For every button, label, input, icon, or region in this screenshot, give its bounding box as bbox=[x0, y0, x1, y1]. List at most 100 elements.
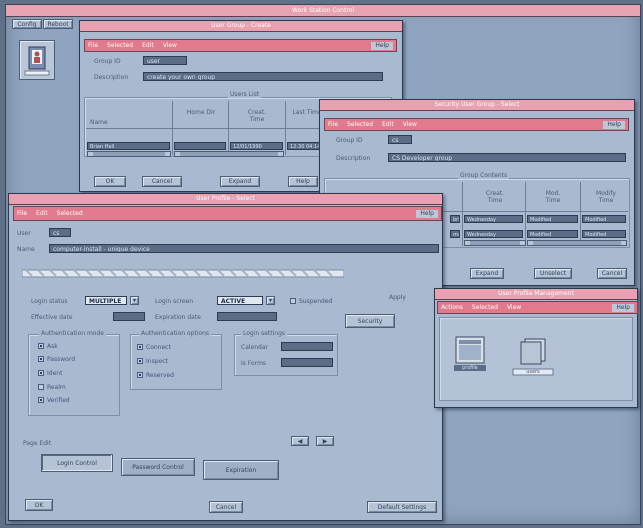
cancel-button[interactable]: Cancel bbox=[597, 268, 627, 279]
group-row-modified[interactable]: Modified bbox=[527, 230, 578, 238]
menu-file[interactable]: File bbox=[88, 42, 98, 49]
col-header-modified[interactable]: Mod. Time bbox=[538, 190, 568, 204]
menu-edit[interactable]: Edit bbox=[142, 42, 154, 49]
login-status-dropdown[interactable]: ▾ bbox=[130, 296, 139, 305]
calendar-field[interactable] bbox=[281, 342, 333, 351]
menu-view[interactable]: View bbox=[403, 121, 417, 128]
group-select-menubar: File Selected Edit View Help bbox=[324, 118, 629, 131]
auth-options-box bbox=[130, 334, 222, 390]
menu-help[interactable]: Help bbox=[603, 120, 625, 129]
forms-field[interactable] bbox=[281, 358, 333, 367]
user-profile-titlebar[interactable]: User Profile - Select bbox=[9, 194, 442, 205]
page-edit-label: Page Edit bbox=[23, 440, 52, 447]
group-contents-hscroll[interactable] bbox=[464, 240, 526, 246]
users-row-name[interactable]: Brian Hall bbox=[87, 142, 170, 150]
ok-button[interactable]: OK bbox=[25, 499, 53, 511]
menu-selected[interactable]: Selected bbox=[107, 42, 133, 49]
expand-button[interactable]: Expand bbox=[470, 268, 504, 279]
name-field[interactable]: computer-install - unique device bbox=[49, 244, 439, 253]
group-id-field[interactable]: user bbox=[143, 56, 187, 65]
menu-help[interactable]: Help bbox=[416, 209, 438, 218]
login-screen-dropdown[interactable]: ▾ bbox=[266, 296, 275, 305]
opt-connect-checkbox[interactable] bbox=[137, 344, 143, 350]
menu-file[interactable]: File bbox=[328, 121, 338, 128]
default-settings-button[interactable]: Default Settings bbox=[367, 501, 437, 513]
opt-reserved-checkbox[interactable] bbox=[137, 372, 143, 378]
group-create-titlebar[interactable]: User Group - Create bbox=[80, 21, 402, 32]
page-next-button[interactable]: ▶ bbox=[316, 436, 334, 446]
tab-password-control[interactable]: Password Control bbox=[121, 458, 195, 476]
auth-ask-checkbox[interactable] bbox=[38, 343, 44, 349]
users-list-hscroll[interactable] bbox=[87, 151, 171, 157]
user-field[interactable]: cs bbox=[49, 228, 71, 237]
apply-label: Apply bbox=[389, 294, 406, 301]
auth-mode-title: Authentication mode bbox=[39, 330, 106, 337]
suspended-checkbox[interactable] bbox=[290, 298, 296, 304]
group-row-modified[interactable]: Modified bbox=[527, 215, 578, 223]
users-row-created[interactable]: 12/01/1990 bbox=[230, 142, 283, 150]
col-header-modify[interactable]: Modify Time bbox=[590, 190, 622, 204]
group-row-created[interactable]: Wednesday bbox=[464, 215, 523, 223]
menu-selected[interactable]: Selected bbox=[472, 304, 498, 311]
group-select-titlebar[interactable]: Security User Group - Select bbox=[320, 100, 634, 111]
ok-button[interactable]: OK bbox=[94, 176, 126, 187]
cancel-button[interactable]: Cancel bbox=[142, 176, 182, 187]
group-row-name[interactable]: mark bbox=[450, 230, 460, 238]
menu-file[interactable]: File bbox=[17, 210, 27, 217]
col-divider bbox=[462, 182, 463, 246]
group-row-modify[interactable]: Modified bbox=[582, 215, 626, 223]
desktop-reboot-button[interactable]: Reboot bbox=[43, 19, 73, 29]
unselect-button[interactable]: Unselect bbox=[534, 268, 572, 279]
users-item[interactable]: users bbox=[511, 337, 555, 377]
auth-password-checkbox[interactable] bbox=[38, 356, 44, 362]
menu-view[interactable]: View bbox=[507, 304, 521, 311]
profile-mgmt-titlebar[interactable]: User Profile Management bbox=[435, 289, 637, 300]
group-row-name[interactable]: brian bbox=[450, 215, 460, 223]
login-screen-field[interactable]: ACTIVE bbox=[217, 296, 263, 305]
effective-date-field[interactable] bbox=[113, 312, 145, 321]
users-item-label: users bbox=[526, 369, 540, 375]
profile-item[interactable]: profile bbox=[453, 333, 487, 373]
users-row-home[interactable] bbox=[174, 142, 226, 150]
menu-edit[interactable]: Edit bbox=[382, 121, 394, 128]
group-create-title: User Group - Create bbox=[211, 22, 271, 29]
opt-inspect-checkbox[interactable] bbox=[137, 358, 143, 364]
group-row-created[interactable]: Wednesday bbox=[464, 230, 523, 238]
menu-view[interactable]: View bbox=[163, 42, 177, 49]
col-header-home[interactable]: Home Dir bbox=[184, 109, 218, 116]
user-profile-menubar: File Edit Selected Help bbox=[13, 206, 442, 221]
menu-edit[interactable]: Edit bbox=[36, 210, 48, 217]
effective-date-label: Effective date bbox=[31, 314, 73, 321]
security-button[interactable]: Security bbox=[345, 314, 395, 328]
col-header-name[interactable]: Name bbox=[90, 119, 108, 126]
description-field[interactable]: CS Developer group bbox=[388, 153, 626, 162]
login-status-field[interactable]: MULTIPLE bbox=[85, 296, 127, 305]
users-list-hscroll[interactable] bbox=[174, 151, 284, 157]
col-header-last[interactable]: Last Time bbox=[292, 109, 322, 116]
auth-verified-checkbox[interactable] bbox=[38, 397, 44, 403]
tab-login-control[interactable]: Login Control bbox=[41, 454, 113, 472]
menu-selected[interactable]: Selected bbox=[57, 210, 83, 217]
col-header-created[interactable]: Creat. Time bbox=[480, 190, 510, 204]
menu-help[interactable]: Help bbox=[612, 303, 634, 312]
auth-realm-checkbox[interactable] bbox=[38, 384, 44, 390]
col-header-created[interactable]: Creat. Time bbox=[240, 109, 274, 123]
expand-button[interactable]: Expand bbox=[220, 176, 260, 187]
tab-expiration[interactable]: Expiration bbox=[203, 460, 279, 480]
desktop-app-icon[interactable] bbox=[19, 40, 55, 80]
menu-help[interactable]: Help bbox=[371, 41, 393, 50]
auth-ident-checkbox[interactable] bbox=[38, 370, 44, 376]
desktop-config-button[interactable]: Config bbox=[12, 19, 42, 29]
expiration-date-field[interactable] bbox=[217, 312, 277, 321]
menu-selected[interactable]: Selected bbox=[347, 121, 373, 128]
group-row-modify[interactable]: Modified bbox=[582, 230, 626, 238]
menu-actions[interactable]: Actions bbox=[441, 304, 463, 311]
description-field[interactable]: create your own group bbox=[143, 72, 383, 81]
user-profile-title: User Profile - Select bbox=[196, 195, 255, 202]
group-id-field[interactable]: cs bbox=[388, 135, 412, 144]
help-button[interactable]: Help bbox=[288, 176, 318, 187]
profile-item-label: profile bbox=[462, 365, 478, 371]
cancel-button[interactable]: Cancel bbox=[209, 501, 243, 513]
page-prev-button[interactable]: ◀ bbox=[291, 436, 309, 446]
group-contents-hscroll[interactable] bbox=[527, 240, 627, 246]
